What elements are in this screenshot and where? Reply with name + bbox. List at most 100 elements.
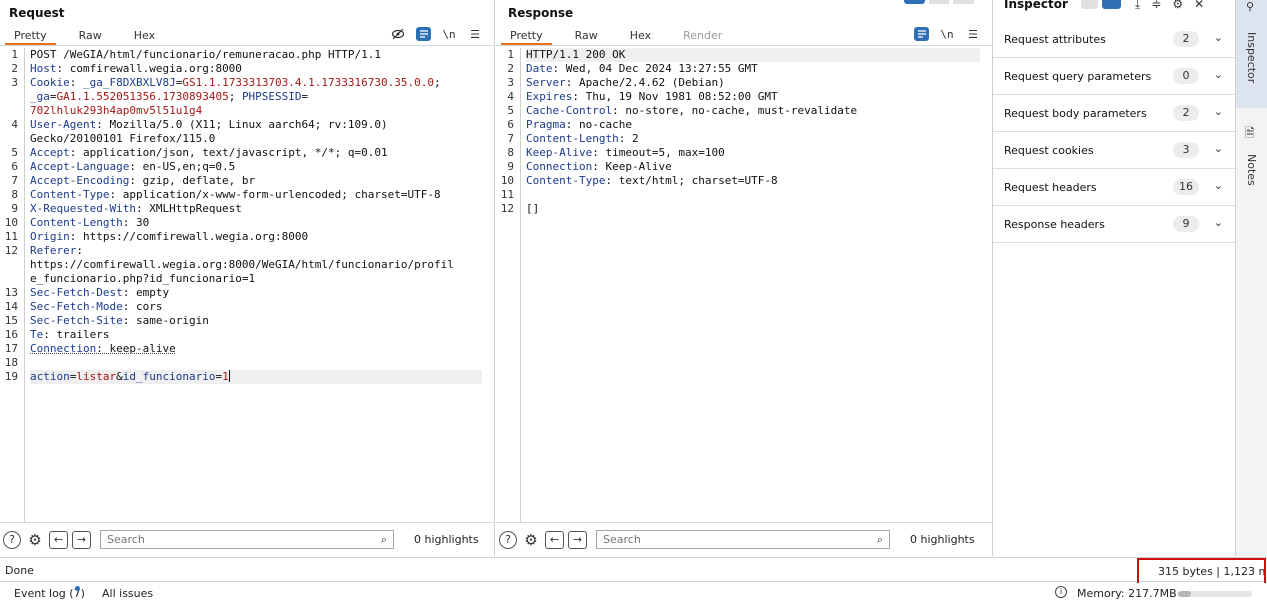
forward-arrow-icon[interactable]: → [72, 530, 91, 549]
code-line[interactable]: Content-Type: text/html; charset=UTF-8 [526, 174, 980, 188]
code-line[interactable]: Connection: Keep-Alive [526, 160, 980, 174]
code-line[interactable]: e_funcionario.php?id_funcionario=1 [30, 272, 482, 286]
response-tab-hex[interactable]: Hex [621, 26, 660, 45]
code-token: Referer [30, 244, 77, 257]
request-editor[interactable]: 1 2 3 4 5 6 7 8 9 10 11 12 13 14 15 16 17 18 19 POST /WeGI… [0, 48, 482, 522]
chevron-down-icon[interactable]: ⌄ [1214, 105, 1223, 118]
line-number: 18 [4, 356, 18, 369]
code-token: : same-origin [122, 314, 209, 327]
all-issues-link[interactable]: All issues [102, 587, 153, 600]
code-line[interactable]: [] [526, 202, 980, 216]
response-tab-raw[interactable]: Raw [566, 26, 607, 45]
code-line[interactable]: Te: trailers [30, 328, 482, 342]
info-icon[interactable]: i [1055, 586, 1067, 598]
code-line[interactable]: X-Requested-With: XMLHttpRequest [30, 202, 482, 216]
code-line[interactable] [30, 356, 482, 370]
settings-gear-icon[interactable]: ⚙ [523, 531, 539, 549]
inspector-layout-buttons[interactable] [1081, 0, 1121, 9]
status-done: Done [5, 564, 34, 577]
request-tab-pretty[interactable]: Pretty [5, 26, 56, 45]
inspector-row-request-cookies[interactable]: Request cookies 3 ⌄ [993, 132, 1235, 169]
settings-gear-icon[interactable]: ⚙ [27, 531, 43, 549]
help-icon[interactable]: ? [499, 530, 517, 549]
response-tab-render[interactable]: Render [674, 26, 731, 45]
inspector-row-request-attributes[interactable]: Request attributes 2 ⌄ [993, 21, 1235, 58]
code-token: Origin [30, 230, 70, 243]
response-stats-highlight: 315 bytes | 1,123 millis [1137, 558, 1266, 585]
response-editor[interactable]: 1 2 3 4 5 6 7 8 9 10 11 12 HTTP/1.1 200 OK Date: Wed… [496, 48, 980, 522]
code-line[interactable]: Cache-Control: no-store, no-cache, must-… [526, 104, 980, 118]
expand-all-icon[interactable]: ⤓ [1135, 0, 1140, 12]
code-line[interactable]: Accept-Encoding: gzip, deflate, br [30, 174, 482, 188]
search-icon: ⌕ [876, 533, 883, 546]
chevron-down-icon[interactable]: ⌄ [1214, 216, 1223, 229]
code-line[interactable]: Keep-Alive: timeout=5, max=100 [526, 146, 980, 160]
inspector-row-request-headers[interactable]: Request headers 16 ⌄ [993, 169, 1235, 206]
layout-stack-icon[interactable] [1081, 0, 1098, 9]
code-line[interactable]: https://comfirewall.wegia.org:8000/WeGIA… [30, 258, 482, 272]
code-line[interactable]: Gecko/20100101 Firefox/115.0 [30, 132, 482, 146]
code-line[interactable]: Expires: Thu, 19 Nov 1981 08:52:00 GMT [526, 90, 980, 104]
back-arrow-icon[interactable]: ← [545, 530, 564, 549]
code-line[interactable]: Origin: https://comfirewall.wegia.org:80… [30, 230, 482, 244]
code-line[interactable]: Server: Apache/2.4.62 (Debian) [526, 76, 980, 90]
collapse-all-icon[interactable]: ≑ [1151, 0, 1161, 12]
request-code[interactable]: POST /WeGIA/html/funcionario/remuneracao… [30, 48, 482, 522]
back-arrow-icon[interactable]: ← [49, 530, 68, 549]
response-tab-pretty[interactable]: Pretty [501, 26, 552, 45]
code-line[interactable]: Connection: keep-alive [30, 342, 482, 356]
code-line[interactable]: Date: Wed, 04 Dec 2024 13:27:55 GMT [526, 62, 980, 76]
code-line[interactable]: Sec-Fetch-Site: same-origin [30, 314, 482, 328]
hide-eye-icon[interactable] [390, 26, 406, 42]
menu-icon[interactable]: ☰ [467, 26, 483, 42]
code-line[interactable]: action=listar&id_funcionario=1 [30, 370, 482, 384]
code-line[interactable]: Pragma: no-cache [526, 118, 980, 132]
forward-arrow-icon[interactable]: → [568, 530, 587, 549]
code-line[interactable]: Content-Length: 30 [30, 216, 482, 230]
code-line[interactable]: POST /WeGIA/html/funcionario/remuneracao… [30, 48, 482, 62]
code-line[interactable]: 702lhluk293h4ap0mv5l51u1g4 [30, 104, 482, 118]
chevron-down-icon[interactable]: ⌄ [1214, 68, 1223, 81]
newline-icon[interactable]: \n [441, 26, 457, 42]
response-search-input[interactable]: Search ⌕ [596, 530, 890, 549]
pretty-print-icon[interactable] [416, 27, 431, 41]
code-line[interactable]: Sec-Fetch-Mode: cors [30, 300, 482, 314]
code-line[interactable]: Content-Type: application/x-www-form-url… [30, 188, 482, 202]
code-token: : text/html; charset=UTF-8 [605, 174, 778, 187]
inspector-row-request-body-parameters[interactable]: Request body parameters 2 ⌄ [993, 95, 1235, 132]
inspector-row-response-headers[interactable]: Response headers 9 ⌄ [993, 206, 1235, 243]
code-line[interactable]: HTTP/1.1 200 OK [526, 48, 980, 62]
menu-icon[interactable]: ☰ [965, 26, 981, 42]
code-line[interactable]: Host: comfirewall.wegia.org:8000 [30, 62, 482, 76]
response-code[interactable]: HTTP/1.1 200 OK Date: Wed, 04 Dec 2024 13… [526, 48, 980, 522]
code-line[interactable]: _ga=GA1.1.552051356.1730893405; PHPSESSI… [30, 90, 482, 104]
code-line[interactable]: Accept: application/json, text/javascrip… [30, 146, 482, 160]
inspector-row-request-query-parameters[interactable]: Request query parameters 0 ⌄ [993, 58, 1235, 95]
chevron-down-icon[interactable]: ⌄ [1214, 179, 1223, 192]
code-line[interactable]: Referer: [30, 244, 482, 258]
code-line[interactable] [526, 188, 980, 202]
code-line[interactable]: Cookie: _ga_F8DXBXLV8J=GS1.1.1733313703.… [30, 76, 482, 90]
code-line[interactable]: Content-Length: 2 [526, 132, 980, 146]
request-search-input[interactable]: Search ⌕ [100, 530, 394, 549]
line-number: 2 [11, 62, 18, 75]
line-number: 17 [4, 342, 18, 355]
notes-side-tab[interactable]: Notes [1236, 150, 1267, 186]
code-token: X-Requested-With [30, 202, 136, 215]
chevron-down-icon[interactable]: ⌄ [1214, 142, 1223, 155]
layout-split-icon[interactable] [1102, 0, 1121, 9]
newline-icon[interactable]: \n [939, 26, 955, 42]
code-line[interactable]: Sec-Fetch-Dest: empty [30, 286, 482, 300]
pretty-print-icon[interactable] [914, 27, 929, 41]
request-tab-raw[interactable]: Raw [70, 26, 111, 45]
chevron-down-icon[interactable]: ⌄ [1214, 31, 1223, 44]
code-line[interactable]: User-Agent: Mozilla/5.0 (X11; Linux aarc… [30, 118, 482, 132]
code-token: https://comfirewall.wegia.org:8000/WeGIA… [30, 258, 454, 271]
code-line[interactable]: Accept-Language: en-US,en;q=0.5 [30, 160, 482, 174]
close-icon[interactable]: ✕ [1194, 0, 1204, 12]
inspector-settings-icon[interactable]: ⚙ [1172, 0, 1183, 12]
view-layout-buttons[interactable] [904, 0, 975, 4]
code-token: Keep-Alive [526, 146, 593, 159]
help-icon[interactable]: ? [3, 530, 21, 549]
request-tab-hex[interactable]: Hex [125, 26, 164, 45]
